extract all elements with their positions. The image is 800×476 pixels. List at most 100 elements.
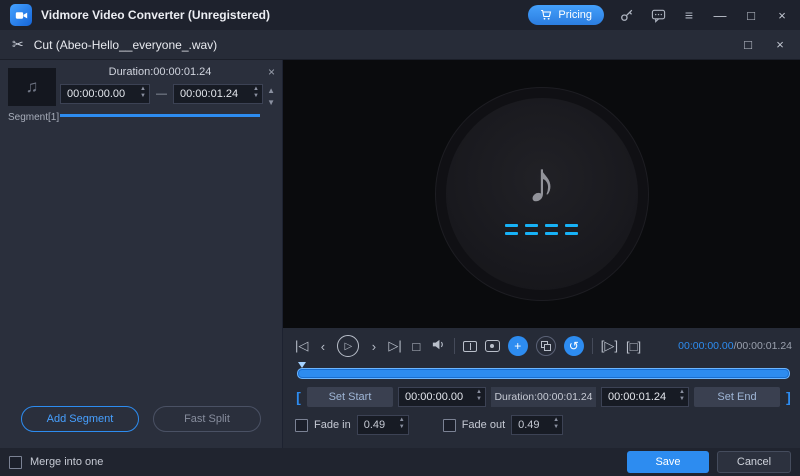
eq-bar [565, 224, 578, 227]
fade-out-spin-up[interactable]: ▲ [551, 417, 561, 424]
fade-out-checkbox[interactable] [443, 419, 456, 432]
merge-into-one-checkbox[interactable] [9, 456, 22, 469]
plus-icon: + [514, 339, 521, 353]
equalizer-bars [505, 224, 578, 235]
copy-icon [541, 341, 551, 351]
split-button[interactable] [463, 341, 477, 352]
segment-start-spin-down[interactable]: ▼ [138, 93, 148, 100]
add-segment-button[interactable]: Add Segment [21, 406, 139, 432]
fade-out-spin-down[interactable]: ▼ [551, 424, 561, 431]
set-end-button[interactable]: Set End [694, 387, 780, 407]
fast-split-button[interactable]: Fast Split [153, 406, 261, 432]
register-key-icon[interactable] [619, 8, 635, 22]
controls-panel: |◁ ‹ ▷ › ▷| □ + ↺ [▷] [□] 00:00:00.00/00… [283, 328, 800, 448]
add-split-button[interactable]: + [508, 336, 528, 356]
cut-dialog-title: Cut (Abeo-Hello__everyone_.wav) [34, 38, 217, 52]
segment-thumbnail[interactable]: ♫ [8, 68, 56, 106]
playhead-marker[interactable] [298, 362, 306, 368]
save-button[interactable]: Save [627, 451, 709, 473]
eq-bar [565, 232, 578, 235]
split-icon [470, 343, 471, 350]
trim-start-input[interactable] [398, 387, 486, 407]
close-button[interactable]: × [774, 8, 790, 23]
copy-button[interactable] [536, 336, 556, 356]
stop-button[interactable]: □ [410, 339, 423, 354]
menu-icon[interactable]: ≡ [681, 7, 697, 23]
snapshot-button[interactable] [485, 340, 500, 352]
segment-move-down-button[interactable]: ▼ [267, 98, 275, 107]
trim-duration-label: Duration:00:00:01.24 [491, 387, 596, 407]
segment-panel: ♫ Duration:00:00:01.24 ▲ ▼ — ▲ ▼ × ▲ ▼ S… [0, 60, 283, 448]
separator [592, 338, 593, 354]
titlebar: Vidmore Video Converter (Unregistered) P… [0, 0, 800, 30]
cut-dialog-header: ✂ Cut (Abeo-Hello__everyone_.wav) □ × [0, 30, 800, 60]
maximize-button[interactable]: □ [743, 8, 759, 23]
eq-bar [545, 232, 558, 235]
snapshot-icon [490, 344, 494, 348]
cancel-button[interactable]: Cancel [717, 451, 791, 473]
separator [454, 338, 455, 354]
trim-end-spin-up[interactable]: ▲ [677, 389, 687, 396]
segment-remove-button[interactable]: × [268, 65, 275, 79]
music-note-icon: ♫ [26, 77, 39, 97]
timeline-slider[interactable] [297, 368, 790, 379]
segment-duration-label: Duration:00:00:01.24 [60, 66, 260, 78]
minimize-button[interactable]: — [712, 8, 728, 23]
segment-end-spin-down[interactable]: ▼ [251, 93, 261, 100]
total-time: 00:00:01.24 [737, 340, 792, 352]
fade-row: Fade in ▲ ▼ Fade out ▲ ▼ [295, 415, 792, 435]
trim-start-spin-down[interactable]: ▼ [474, 396, 484, 403]
jump-start-button[interactable]: |◁ [295, 338, 308, 354]
prev-frame-button[interactable]: ‹ [316, 339, 329, 354]
app-title: Vidmore Video Converter (Unregistered) [41, 8, 270, 22]
music-note-icon: ♪ [527, 154, 556, 212]
segment-move-up-button[interactable]: ▲ [267, 86, 275, 95]
undo-button[interactable]: ↺ [564, 336, 584, 356]
play-icon: ▷ [345, 341, 353, 352]
start-bracket-icon: [ [295, 389, 302, 405]
timeline [295, 365, 792, 380]
fade-in-checkbox[interactable] [295, 419, 308, 432]
fade-in-spin-down[interactable]: ▼ [397, 424, 407, 431]
transport-bar: |◁ ‹ ▷ › ▷| □ + ↺ [▷] [□] 00:00:00.00/00… [295, 333, 792, 359]
app-logo-icon [10, 4, 32, 26]
eq-bar [545, 224, 558, 227]
cart-icon [540, 9, 552, 21]
undo-icon: ↺ [569, 339, 579, 353]
play-button[interactable]: ▷ [337, 335, 359, 357]
eq-bar [525, 224, 538, 227]
segment-end-input[interactable] [173, 84, 263, 104]
segment-end-spin-up[interactable]: ▲ [251, 86, 261, 93]
eq-bar [525, 232, 538, 235]
audio-disc: ♪ [446, 98, 638, 290]
eq-bar [505, 232, 518, 235]
segment-start-spin-up[interactable]: ▲ [138, 86, 148, 93]
preview-area: ♪ [283, 60, 800, 328]
segment-start-input[interactable] [60, 84, 150, 104]
trim-start-spin-up[interactable]: ▲ [474, 389, 484, 396]
trim-end-spin-down[interactable]: ▼ [677, 396, 687, 403]
volume-button[interactable] [431, 337, 446, 355]
eq-bar [505, 224, 518, 227]
segment-progress-bar [60, 114, 260, 117]
pricing-button[interactable]: Pricing [528, 5, 604, 25]
merge-into-one-label: Merge into one [30, 456, 103, 468]
frame-view-button[interactable]: [□] [626, 339, 641, 354]
dialog-close-button[interactable]: × [772, 37, 788, 52]
time-display: 00:00:00.00/00:00:01.24 [678, 340, 792, 352]
fade-in-spin-up[interactable]: ▲ [397, 417, 407, 424]
trim-row: [ Set Start ▲ ▼ Duration:00:00:01.24 ▲ ▼… [295, 387, 792, 407]
scissors-icon: ✂ [12, 36, 24, 53]
set-start-button[interactable]: Set Start [307, 387, 393, 407]
range-separator: — [156, 88, 167, 100]
fade-in-label: Fade in [314, 419, 351, 431]
play-segment-button[interactable]: [▷] [601, 338, 618, 354]
fade-out-label: Fade out [462, 419, 505, 431]
dialog-maximize-button[interactable]: □ [740, 37, 756, 52]
trim-end-input[interactable] [601, 387, 689, 407]
jump-end-button[interactable]: ▷| [388, 338, 401, 354]
footer-bar: Merge into one Save Cancel [0, 448, 800, 476]
next-frame-button[interactable]: › [367, 339, 380, 354]
pricing-label: Pricing [558, 9, 592, 21]
feedback-icon[interactable] [650, 8, 666, 23]
